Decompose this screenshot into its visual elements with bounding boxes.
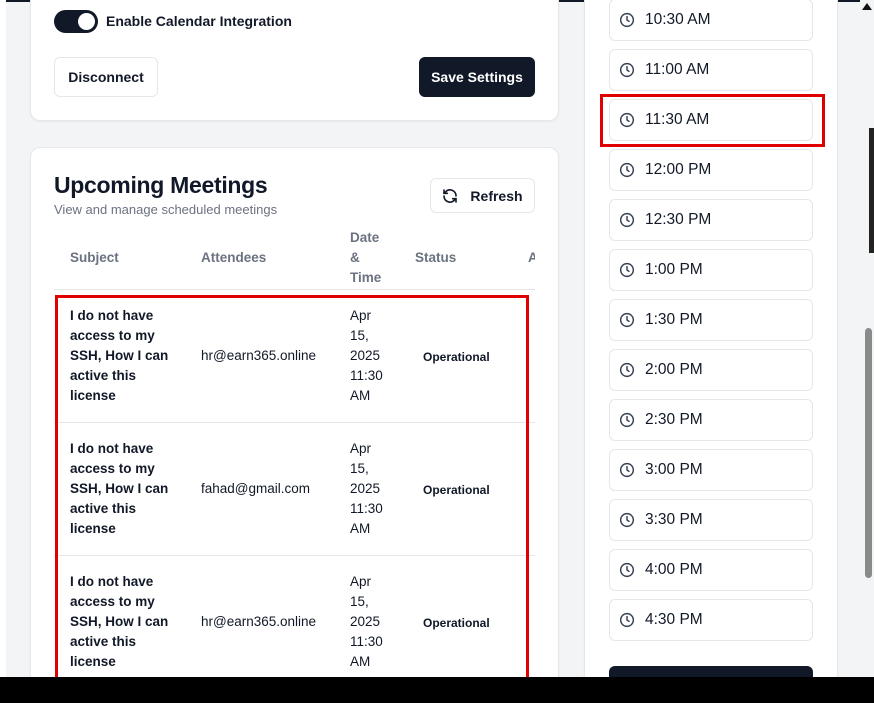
calendar-integration-label: Enable Calendar Integration (106, 13, 292, 29)
clock-icon (619, 62, 635, 78)
toggle-knob (78, 13, 95, 30)
time-slot-label: 4:00 PM (645, 561, 703, 578)
column-header-actions[interactable]: A (528, 248, 535, 268)
time-slot-button[interactable]: 4:00 PM (609, 549, 813, 591)
clock-icon (619, 412, 635, 428)
time-slot-label: 10:30 AM (645, 11, 711, 28)
refresh-button[interactable]: Refresh (430, 178, 535, 213)
time-slot-button[interactable]: 3:30 PM (609, 499, 813, 541)
column-header-status[interactable]: Status (415, 248, 456, 268)
disconnect-button[interactable]: Disconnect (54, 57, 158, 97)
time-slot-button[interactable]: 12:30 PM (609, 199, 813, 241)
time-slot-label: 4:30 PM (645, 611, 703, 628)
time-slot-label: 1:00 PM (645, 261, 703, 278)
scrollbar-thumb[interactable] (865, 328, 872, 578)
clock-icon (619, 512, 635, 528)
time-slot-button[interactable]: 10:30 AM (609, 0, 813, 41)
clock-icon (619, 612, 635, 628)
clock-icon (619, 562, 635, 578)
time-slot-button[interactable]: 1:00 PM (609, 249, 813, 291)
clock-icon (619, 362, 635, 378)
clock-icon (619, 312, 635, 328)
clock-icon (619, 212, 635, 228)
time-slot-button[interactable]: 3:00 PM (609, 449, 813, 491)
calendar-integration-toggle[interactable] (54, 10, 98, 33)
time-slot-label: 2:30 PM (645, 411, 703, 428)
side-panel-tab[interactable] (869, 128, 874, 253)
refresh-label: Refresh (470, 187, 523, 204)
column-header-attendees[interactable]: Attendees (201, 248, 266, 268)
time-slot-label: 2:00 PM (645, 361, 703, 378)
time-slot-label: 12:30 PM (645, 211, 712, 228)
time-slot-button[interactable]: 1:30 PM (609, 299, 813, 341)
time-slot-label: 3:00 PM (645, 461, 703, 478)
highlight-box-meetings (55, 295, 529, 702)
time-slot-button[interactable]: 2:00 PM (609, 349, 813, 391)
time-slot-button[interactable]: 4:30 PM (609, 599, 813, 641)
column-header-subject[interactable]: Subject (70, 248, 119, 268)
time-slot-button[interactable]: 11:00 AM (609, 49, 813, 91)
meetings-title: Upcoming Meetings (54, 172, 268, 198)
clock-icon (619, 162, 635, 178)
highlight-box-selected-slot (600, 94, 825, 147)
clock-icon (619, 12, 635, 28)
clock-icon (619, 262, 635, 278)
time-slot-label: 12:00 PM (645, 161, 712, 178)
save-settings-button[interactable]: Save Settings (419, 57, 535, 97)
bottom-black-bar (0, 677, 874, 703)
scroll-up-arrow-icon[interactable] (862, 3, 872, 10)
refresh-icon (443, 188, 458, 203)
clock-icon (619, 462, 635, 478)
time-slot-button[interactable]: 12:00 PM (609, 149, 813, 191)
time-slot-label: 3:30 PM (645, 511, 703, 528)
time-slot-button[interactable]: 2:30 PM (609, 399, 813, 441)
column-header-date-time[interactable]: Date & Time (350, 228, 390, 288)
header-divider (54, 289, 535, 290)
left-page-edge (0, 0, 6, 703)
time-slot-label: 1:30 PM (645, 311, 703, 328)
meetings-subtitle: View and manage scheduled meetings (54, 202, 278, 217)
time-slot-label: 11:00 AM (645, 61, 710, 78)
